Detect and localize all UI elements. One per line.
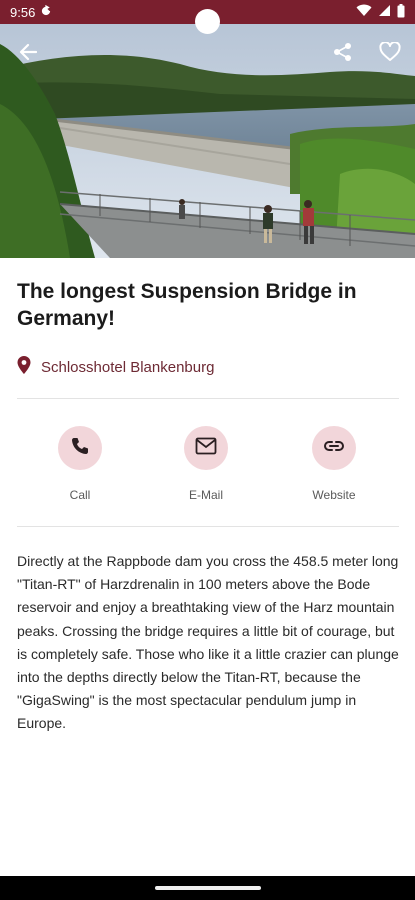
- share-button[interactable]: [325, 36, 361, 72]
- favorite-button[interactable]: [372, 36, 408, 72]
- home-gesture-handle[interactable]: [154, 886, 261, 890]
- heart-outline-icon: [379, 40, 401, 67]
- page-title: The longest Suspension Bridge in Germany…: [17, 280, 357, 330]
- website-label: Website: [312, 488, 356, 502]
- website-icon-circle: [312, 426, 356, 470]
- divider: [17, 526, 399, 527]
- location-text: Schlosshotel Blankenburg: [41, 359, 215, 376]
- phone-icon: [70, 436, 90, 461]
- contact-actions: Call E-Mail Website: [0, 426, 415, 506]
- mail-icon: [195, 437, 217, 460]
- email-label: E-Mail: [188, 488, 223, 502]
- location-link[interactable]: Schlosshotel Blankenburg: [17, 356, 214, 379]
- share-icon: [333, 42, 353, 67]
- hero-image: [0, 24, 415, 258]
- back-button[interactable]: [10, 36, 46, 72]
- call-button[interactable]: Call: [30, 426, 130, 502]
- email-icon-circle: [184, 426, 228, 470]
- sync-icon: [41, 4, 51, 20]
- description-text: Directly at the Rappbode dam you cross t…: [17, 553, 399, 732]
- email-button[interactable]: E-Mail: [156, 426, 256, 502]
- website-button[interactable]: Website: [284, 426, 384, 502]
- battery-icon: [397, 3, 405, 21]
- arrow-back-icon: [19, 43, 38, 66]
- call-label: Call: [69, 488, 91, 502]
- signal-icon: [378, 4, 391, 20]
- camera-cutout: [195, 9, 220, 34]
- link-icon: [323, 439, 345, 457]
- wifi-icon: [356, 4, 372, 20]
- status-time: 9:56: [10, 4, 36, 20]
- map-pin-icon: [17, 356, 31, 379]
- divider: [17, 398, 399, 399]
- call-icon-circle: [58, 426, 102, 470]
- system-navigation-bar: [0, 876, 415, 900]
